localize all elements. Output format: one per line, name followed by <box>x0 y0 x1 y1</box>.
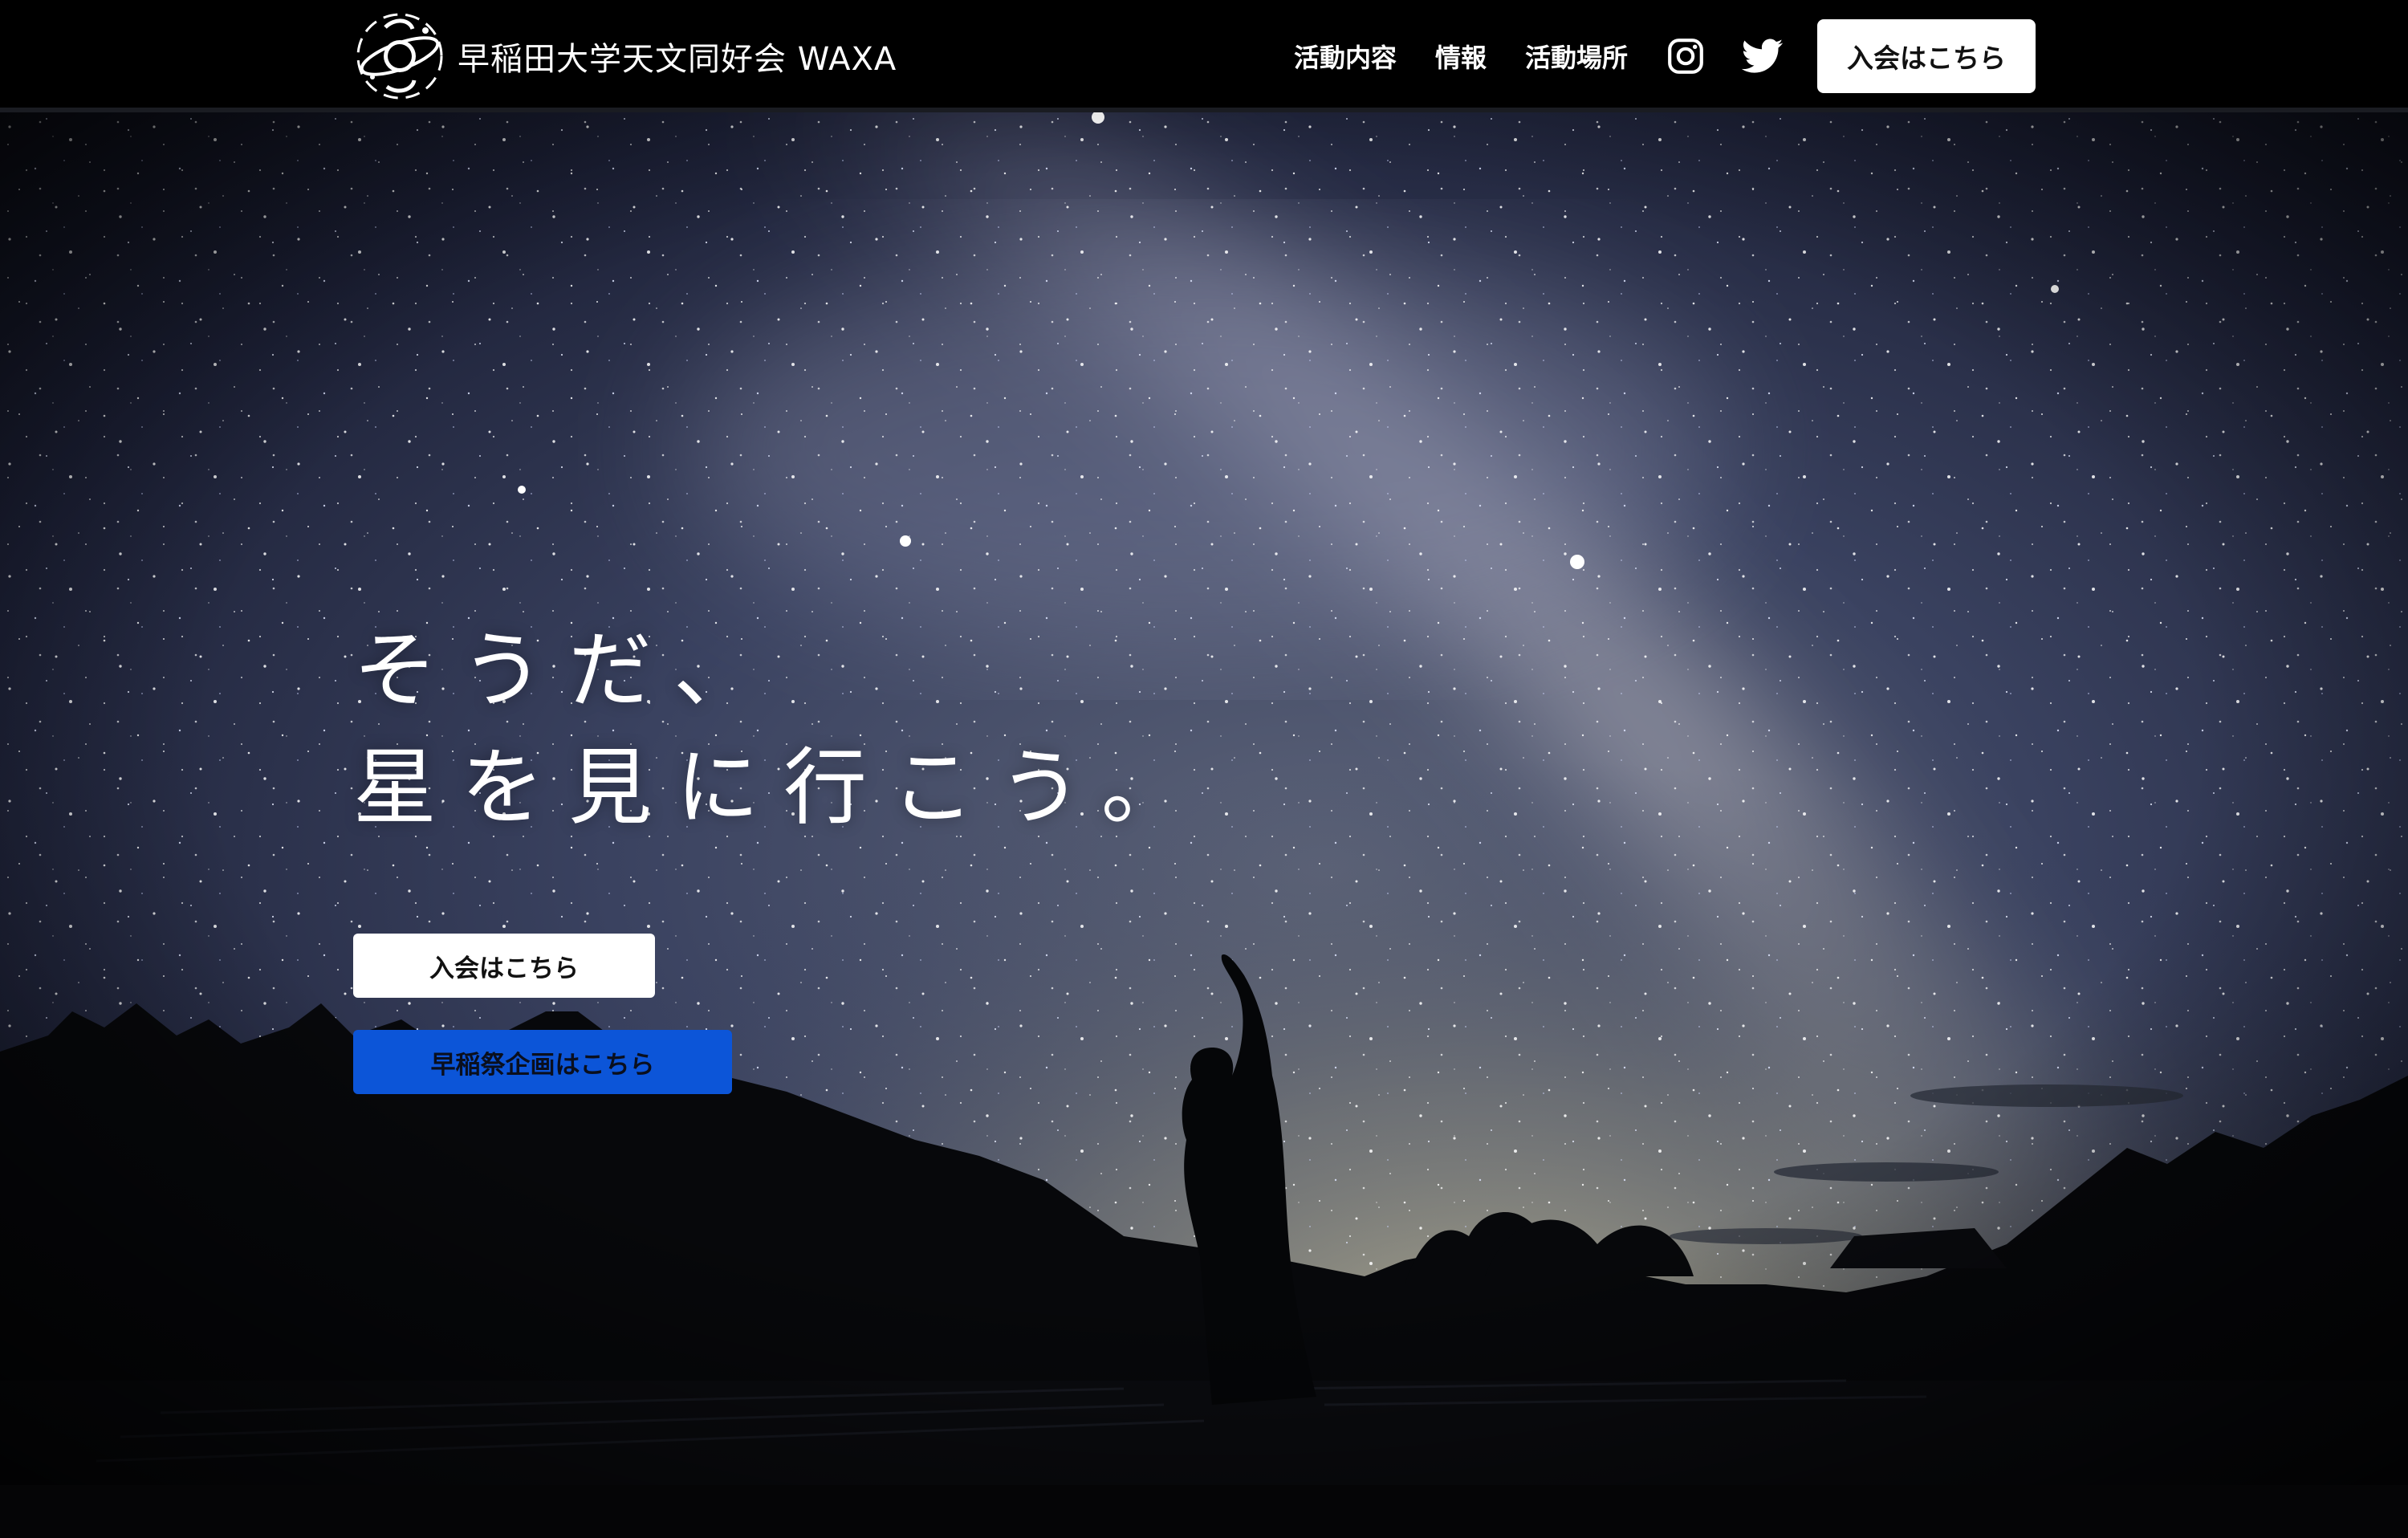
waxa-logo[interactable] <box>353 10 446 103</box>
hero-tagline: そうだ、 星を見に行こう。 <box>353 612 1209 846</box>
page-footer-band <box>0 1485 2408 1538</box>
main-nav: 活動内容 情報 活動場所 <box>1294 0 1817 112</box>
hero-tagline-line1: そうだ、 <box>353 621 781 719</box>
brand-name[interactable]: 早稲田大学天文同好会 WAXA <box>458 33 897 79</box>
brand[interactable]: 早稲田大学天文同好会 WAXA <box>353 10 897 103</box>
nav-activities[interactable]: 活動内容 <box>1294 38 1397 75</box>
festival-button[interactable]: 早稲祭企画はこちら <box>353 1030 732 1094</box>
twitter-icon[interactable] <box>1740 34 1785 79</box>
instagram-icon[interactable] <box>1663 34 1708 79</box>
nav-location[interactable]: 活動場所 <box>1525 38 1628 75</box>
page: 早稲田大学天文同好会 WAXA 活動内容 情報 活動場所 入会はこちら そうだ、… <box>0 0 2408 1538</box>
hero-tagline-line2: 星を見に行こう。 <box>353 738 1209 836</box>
join-button-header[interactable]: 入会はこちら <box>1817 19 2036 93</box>
nav-info[interactable]: 情報 <box>1435 38 1487 75</box>
join-button-hero[interactable]: 入会はこちら <box>353 934 655 998</box>
site-header: 早稲田大学天文同好会 WAXA 活動内容 情報 活動場所 入会はこちら <box>0 0 2408 112</box>
